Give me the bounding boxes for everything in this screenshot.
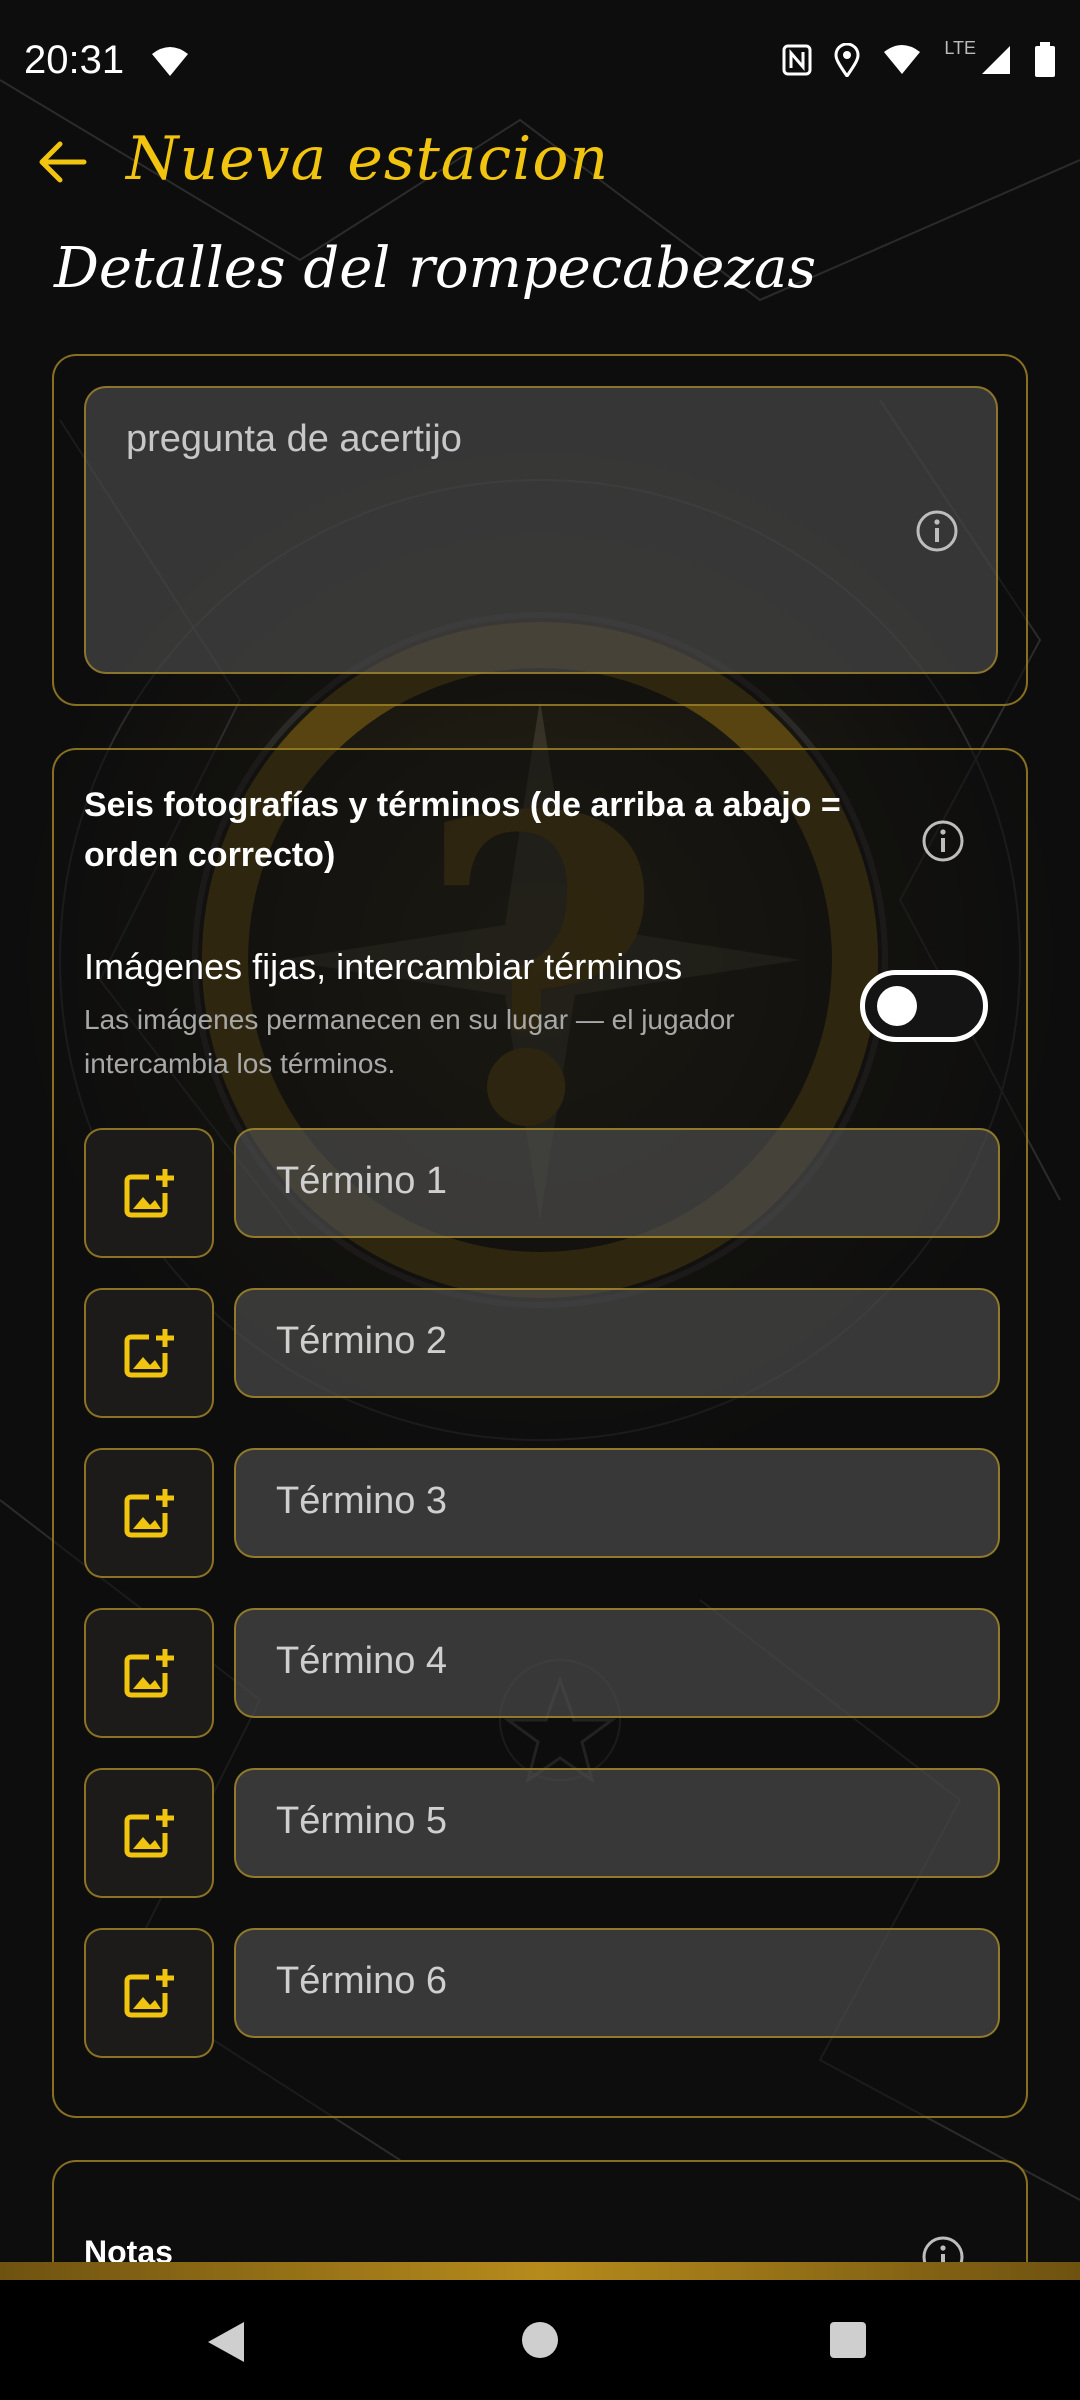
- fixed-images-toggle-description: Las imágenes permanecen en su lugar — el…: [84, 1004, 735, 1079]
- back-button[interactable]: [34, 134, 90, 190]
- add-photo-button-1[interactable]: [84, 1128, 214, 1258]
- network-type: LTE: [944, 38, 976, 58]
- term-row-2: Término 2: [84, 1288, 1000, 1418]
- add-photo-icon: [124, 1649, 174, 1698]
- nfc-icon: [782, 44, 812, 81]
- nav-home-button[interactable]: [522, 2322, 558, 2358]
- puzzle-heading: Seis fotografías y términos (de arriba a…: [84, 786, 841, 874]
- section-title: Detalles del rompecabezas: [54, 236, 817, 301]
- term-input-1[interactable]: Término 1: [234, 1128, 1000, 1238]
- term-placeholder: Término 6: [276, 1960, 448, 2002]
- add-photo-icon: [124, 1969, 174, 2018]
- riddle-question-input[interactable]: pregunta de acertijo: [84, 386, 998, 674]
- fixed-images-toggle-title: Imágenes fijas, intercambiar términos: [84, 946, 683, 987]
- add-photo-icon: [124, 1489, 174, 1538]
- add-photo-button-6[interactable]: [84, 1928, 214, 2058]
- battery-icon: [1034, 42, 1056, 83]
- add-photo-button-5[interactable]: [84, 1768, 214, 1898]
- term-input-2[interactable]: Término 2: [234, 1288, 1000, 1398]
- riddle-question-placeholder: pregunta de acertijo: [126, 418, 462, 460]
- app-title: Nueva estacion: [126, 124, 610, 194]
- toggle-knob: [877, 986, 917, 1026]
- status-bar: 20:31 LTE: [0, 0, 1080, 120]
- term-row-4: Término 4: [84, 1608, 1000, 1738]
- status-time: 20:31: [24, 38, 125, 82]
- term-placeholder: Término 3: [276, 1480, 448, 1522]
- term-input-5[interactable]: Término 5: [234, 1768, 1000, 1878]
- term-placeholder: Término 5: [276, 1800, 448, 1842]
- bottom-divider: [0, 2262, 1080, 2280]
- add-photo-button-3[interactable]: [84, 1448, 214, 1578]
- wifi-icon: [882, 44, 922, 81]
- triangle-back-icon: [208, 2322, 244, 2362]
- add-photo-icon: [124, 1329, 174, 1378]
- status-icons: LTE: [782, 38, 1056, 83]
- nav-back-button[interactable]: [206, 2320, 246, 2369]
- term-placeholder: Término 2: [276, 1320, 448, 1362]
- question-card: pregunta de acertijo: [52, 354, 1028, 706]
- term-row-3: Término 3: [84, 1448, 1000, 1578]
- signal-icon: [980, 44, 1012, 81]
- system-nav-bar: [0, 2280, 1080, 2400]
- nav-recents-button[interactable]: [830, 2322, 866, 2358]
- info-icon[interactable]: [920, 818, 966, 864]
- term-placeholder: Término 1: [276, 1160, 448, 1202]
- term-row-5: Término 5: [84, 1768, 1000, 1898]
- add-photo-button-2[interactable]: [84, 1288, 214, 1418]
- term-input-3[interactable]: Término 3: [234, 1448, 1000, 1558]
- add-photo-button-4[interactable]: [84, 1608, 214, 1738]
- info-icon[interactable]: [914, 508, 960, 554]
- arrow-left-icon: [39, 141, 87, 183]
- add-photo-icon: [124, 1169, 174, 1218]
- term-row-6: Término 6: [84, 1928, 1000, 2058]
- term-placeholder: Término 4: [276, 1640, 448, 1682]
- term-row-1: Término 1: [84, 1128, 1000, 1258]
- location-icon: [834, 42, 860, 82]
- add-photo-icon: [124, 1809, 174, 1858]
- fixed-images-toggle[interactable]: [860, 970, 988, 1042]
- term-input-6[interactable]: Término 6: [234, 1928, 1000, 2038]
- puzzle-card: Seis fotografías y términos (de arriba a…: [52, 748, 1028, 2118]
- term-input-4[interactable]: Término 4: [234, 1608, 1000, 1718]
- wifi-icon: [150, 46, 190, 83]
